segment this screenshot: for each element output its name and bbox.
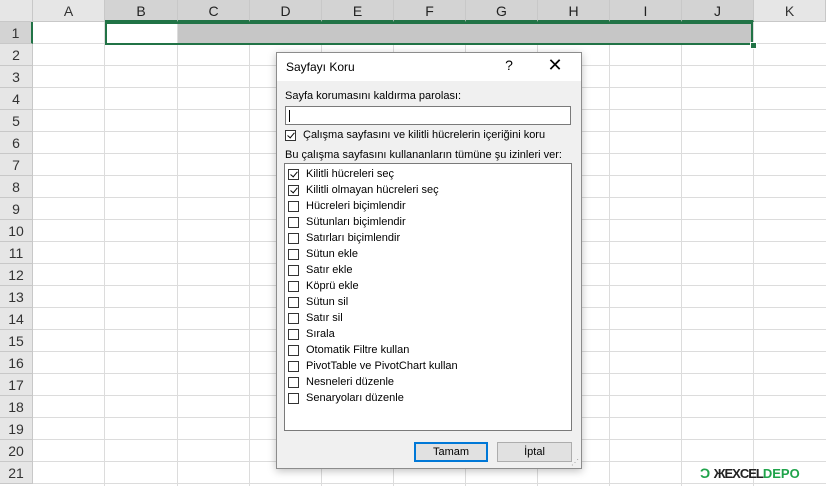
- row-header[interactable]: 10: [0, 220, 33, 242]
- permission-checkbox[interactable]: [288, 217, 299, 228]
- cancel-button[interactable]: İptal: [497, 442, 572, 462]
- row-header[interactable]: 19: [0, 418, 33, 440]
- column-header[interactable]: A: [33, 0, 105, 22]
- permission-checkbox[interactable]: [288, 345, 299, 356]
- password-label: Sayfa korumasını kaldırma parolası:: [285, 90, 462, 102]
- column-header[interactable]: C: [178, 0, 250, 22]
- row-header[interactable]: 11: [0, 242, 33, 264]
- row-header[interactable]: 14: [0, 308, 33, 330]
- permission-label: Köprü ekle: [306, 280, 359, 292]
- column-header[interactable]: J: [682, 0, 754, 22]
- help-icon[interactable]: ?: [501, 57, 517, 73]
- permission-label: Kilitli olmayan hücreleri seç: [306, 184, 439, 196]
- row-header[interactable]: 13: [0, 286, 33, 308]
- permission-checkbox[interactable]: [288, 297, 299, 308]
- row-header[interactable]: 2: [0, 44, 33, 66]
- permission-item[interactable]: Satır ekle: [285, 263, 565, 279]
- permission-item[interactable]: Sırala: [285, 327, 565, 343]
- column-header[interactable]: B: [105, 0, 178, 22]
- permission-checkbox[interactable]: [288, 377, 299, 388]
- permission-item[interactable]: Sütun ekle: [285, 247, 565, 263]
- permission-checkbox[interactable]: [288, 169, 299, 180]
- permission-label: Otomatik Filtre kullan: [306, 344, 410, 356]
- permission-item[interactable]: Satır sil: [285, 311, 565, 327]
- row-header[interactable]: 5: [0, 110, 33, 132]
- row-header[interactable]: 8: [0, 176, 33, 198]
- column-header[interactable]: D: [250, 0, 322, 22]
- permission-label: Sütunları biçimlendir: [306, 216, 406, 228]
- permission-label: Hücreleri biçimlendir: [306, 200, 406, 212]
- permission-checkbox[interactable]: [288, 233, 299, 244]
- permission-item[interactable]: Sütunları biçimlendir: [285, 215, 565, 231]
- permission-label: Senaryoları düzenle: [306, 392, 404, 404]
- close-icon[interactable]: ✕: [545, 55, 565, 76]
- permissions-label: Bu çalışma sayfasını kullananların tümün…: [285, 149, 562, 161]
- protect-sheet-dialog: Sayfayı Koru ? ✕ Sayfa korumasını kaldır…: [276, 52, 582, 469]
- permission-item[interactable]: Nesneleri düzenle: [285, 375, 565, 391]
- row-header[interactable]: 6: [0, 132, 33, 154]
- watermark-logo: Ɔ ЖEXCELDEPO: [700, 465, 826, 485]
- protect-sheet-checkbox[interactable]: [285, 130, 296, 141]
- permission-label: Kilitli hücreleri seç: [306, 168, 395, 180]
- fill-handle[interactable]: [750, 42, 757, 49]
- permission-label: PivotTable ve PivotChart kullan: [306, 360, 458, 372]
- permission-label: Sırala: [306, 328, 335, 340]
- dialog-title: Sayfayı Koru: [286, 60, 355, 74]
- permission-label: Satır ekle: [306, 264, 353, 276]
- row-header[interactable]: 18: [0, 396, 33, 418]
- selected-range-border: [105, 22, 753, 45]
- permission-checkbox[interactable]: [288, 249, 299, 260]
- column-header[interactable]: F: [394, 0, 466, 22]
- column-header[interactable]: I: [610, 0, 682, 22]
- logo-icon: Ɔ: [700, 465, 711, 481]
- column-header[interactable]: H: [538, 0, 610, 22]
- row-header[interactable]: 1: [0, 22, 33, 44]
- column-header[interactable]: K: [754, 0, 826, 22]
- row-header[interactable]: 3: [0, 66, 33, 88]
- permission-item[interactable]: Kilitli hücreleri seç: [285, 167, 565, 183]
- permission-item[interactable]: Senaryoları düzenle: [285, 391, 565, 407]
- permission-item[interactable]: Hücreleri biçimlendir: [285, 199, 565, 215]
- permission-checkbox[interactable]: [288, 185, 299, 196]
- permission-label: Nesneleri düzenle: [306, 376, 395, 388]
- logo-text-part2: DEPO: [762, 466, 800, 481]
- permission-checkbox[interactable]: [288, 361, 299, 372]
- permission-item[interactable]: Kilitli olmayan hücreleri seç: [285, 183, 565, 199]
- select-all-corner[interactable]: [0, 0, 33, 22]
- permission-checkbox[interactable]: [288, 201, 299, 212]
- permission-checkbox[interactable]: [288, 329, 299, 340]
- password-input[interactable]: [285, 106, 571, 125]
- resize-grip-icon[interactable]: ⋰: [571, 458, 579, 467]
- permission-checkbox[interactable]: [288, 265, 299, 276]
- row-header[interactable]: 15: [0, 330, 33, 352]
- permission-item[interactable]: Otomatik Filtre kullan: [285, 343, 565, 359]
- row-header[interactable]: 9: [0, 198, 33, 220]
- row-header[interactable]: 17: [0, 374, 33, 396]
- permission-item[interactable]: Satırları biçimlendir: [285, 231, 565, 247]
- permission-item[interactable]: Sütun sil: [285, 295, 565, 311]
- text-caret: [289, 110, 290, 122]
- permission-item[interactable]: PivotTable ve PivotChart kullan: [285, 359, 565, 375]
- permission-checkbox[interactable]: [288, 313, 299, 324]
- protect-sheet-label: Çalışma sayfasını ve kilitli hücrelerin …: [303, 129, 546, 141]
- dialog-titlebar[interactable]: Sayfayı Koru ? ✕: [277, 53, 581, 81]
- permission-label: Sütun sil: [306, 296, 349, 308]
- permission-item[interactable]: Köprü ekle: [285, 279, 565, 295]
- column-header[interactable]: E: [322, 0, 394, 22]
- permission-label: Satırları biçimlendir: [306, 232, 401, 244]
- row-header[interactable]: 12: [0, 264, 33, 286]
- column-header[interactable]: G: [466, 0, 538, 22]
- ok-button[interactable]: Tamam: [414, 442, 488, 462]
- permission-label: Sütun ekle: [306, 248, 358, 260]
- logo-text-part1: ЖEXCEL: [713, 466, 764, 481]
- row-header[interactable]: 16: [0, 352, 33, 374]
- row-header[interactable]: 4: [0, 88, 33, 110]
- permission-checkbox[interactable]: [288, 281, 299, 292]
- row-header[interactable]: 20: [0, 440, 33, 462]
- permission-label: Satır sil: [306, 312, 343, 324]
- row-header[interactable]: 7: [0, 154, 33, 176]
- permissions-list[interactable]: Kilitli hücreleri seç Kilitli olmayan hüc…: [284, 163, 572, 431]
- permission-checkbox[interactable]: [288, 393, 299, 404]
- row-header[interactable]: 21: [0, 462, 33, 484]
